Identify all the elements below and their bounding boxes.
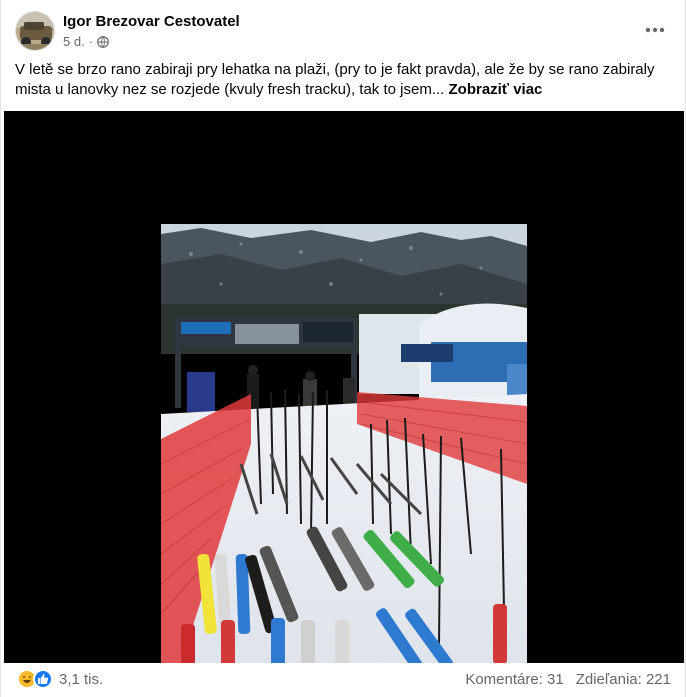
post-meta: 5 d. ·: [63, 34, 109, 49]
post-video[interactable]: [4, 111, 684, 663]
post-footer: 3,1 tis. Komentáre: 31 Zdieľania: 221: [1, 663, 686, 697]
video-frame: [161, 224, 527, 663]
globe-icon: [97, 35, 109, 48]
author-name[interactable]: Igor Brezovar Cestovatel: [63, 13, 240, 30]
more-options-button[interactable]: [641, 18, 669, 42]
more-horizontal-icon: [645, 27, 665, 33]
post-header: Igor Brezovar Cestovatel 5 d. ·: [1, 0, 686, 60]
post-card: Igor Brezovar Cestovatel 5 d. · V letě s…: [0, 0, 686, 697]
see-more-link[interactable]: Zobraziť viac: [449, 81, 543, 98]
author-avatar[interactable]: [15, 11, 55, 51]
post-time[interactable]: 5 d.: [63, 34, 85, 49]
reaction-count[interactable]: 3,1 tis.: [59, 671, 103, 688]
post-stats: Komentáre: 31 Zdieľania: 221: [465, 671, 671, 688]
like-icon: [33, 669, 53, 689]
post-body: V letě se brzo rano zabiraji pry lehatka…: [15, 61, 655, 98]
reaction-icons[interactable]: [17, 669, 53, 689]
shares-count[interactable]: Zdieľania: 221: [576, 671, 671, 688]
meta-separator: ·: [88, 34, 94, 49]
ski-lift-scene: [161, 224, 527, 663]
post-text: V letě se brzo rano zabiraji pry lehatka…: [15, 60, 675, 100]
comments-count[interactable]: Komentáre: 31: [465, 671, 563, 688]
